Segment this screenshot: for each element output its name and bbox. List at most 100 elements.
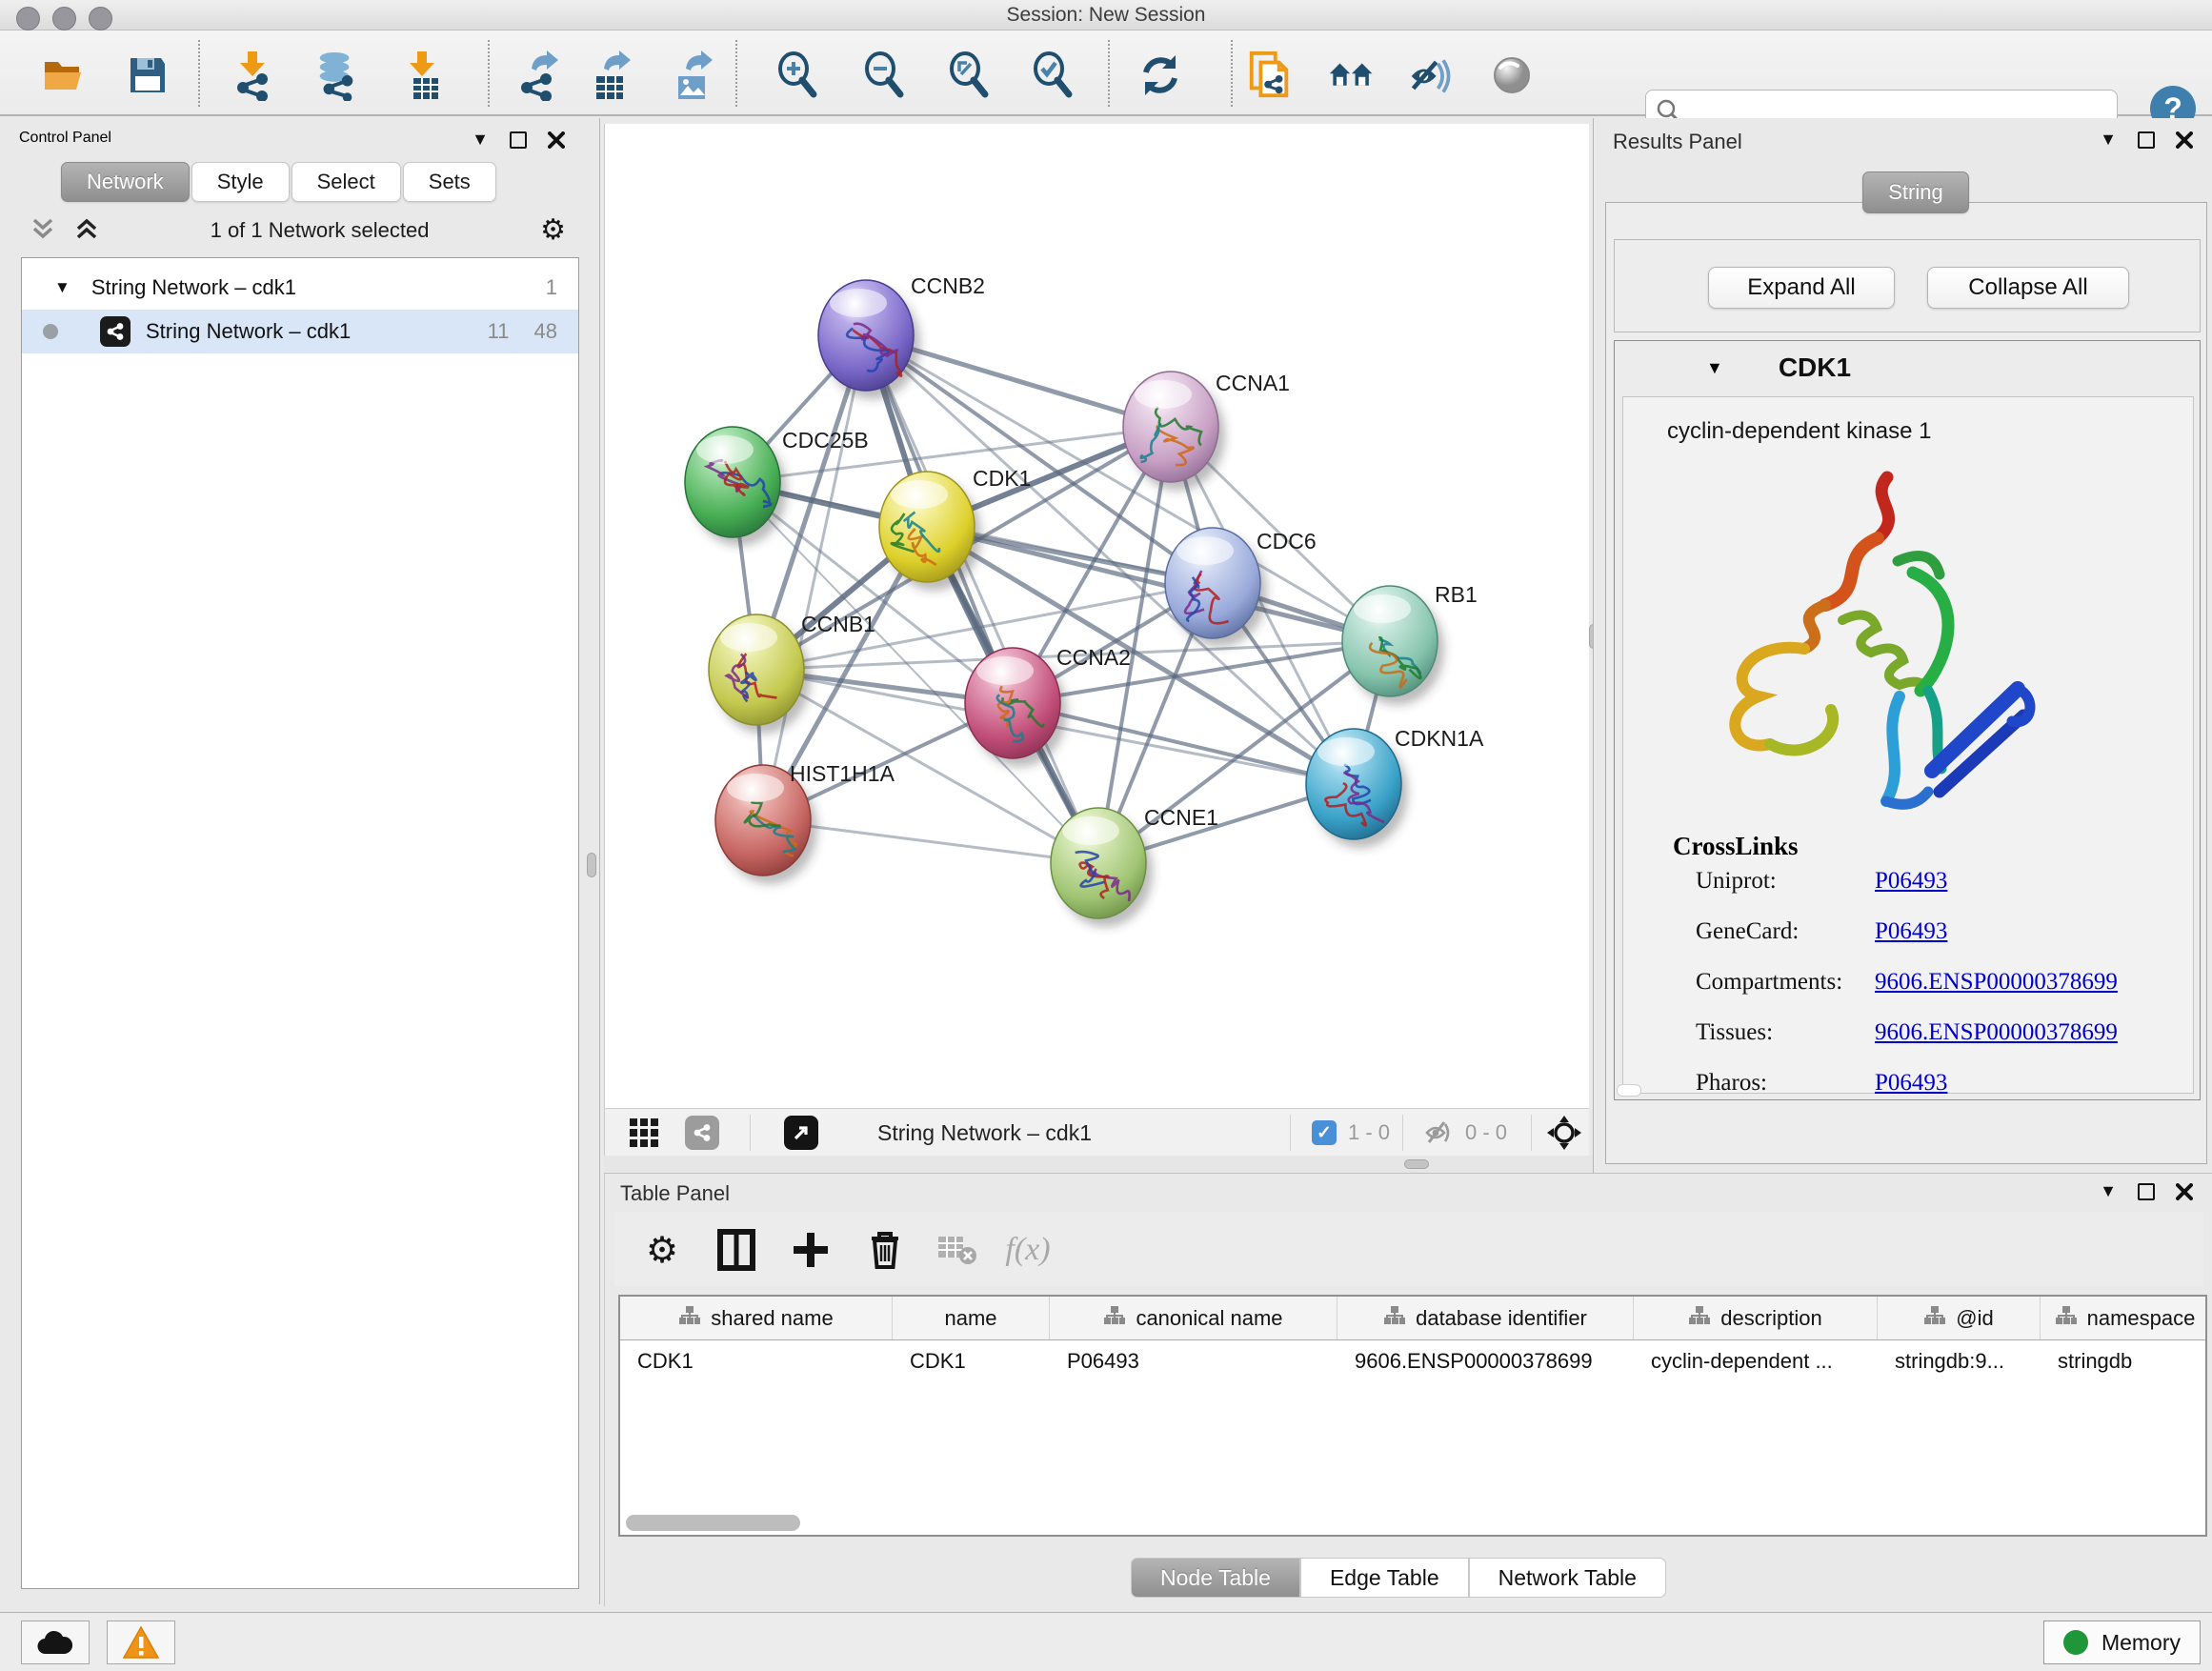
- network-node-CCNE1[interactable]: CCNE1: [1051, 805, 1218, 927]
- toolbar-separator: [198, 40, 200, 107]
- hide-unhide-icon[interactable]: [1408, 51, 1456, 99]
- panel-close-icon[interactable]: [548, 131, 565, 149]
- zoom-in-icon[interactable]: [774, 51, 821, 99]
- node-count: 11: [488, 319, 510, 344]
- network-options-gear-icon[interactable]: ⚙: [540, 216, 566, 245]
- import-network-icon[interactable]: [229, 51, 276, 99]
- panel-menu-icon[interactable]: ▼: [2100, 1181, 2117, 1201]
- function-builder-icon[interactable]: f(x): [1003, 1225, 1053, 1275]
- node-label-CCNA2: CCNA2: [1056, 645, 1131, 670]
- panel-float-icon[interactable]: [2138, 131, 2155, 149]
- left-splitter-grip[interactable]: [587, 853, 596, 877]
- horizontal-splitter-grip[interactable]: [1404, 1159, 1429, 1169]
- show-columns-icon[interactable]: [712, 1225, 761, 1275]
- network-type-icon: [100, 316, 131, 347]
- add-column-icon[interactable]: [786, 1225, 835, 1275]
- network-edge-CCNB2-HIST1H1A[interactable]: [763, 335, 866, 820]
- network-node-CDC6[interactable]: CDC6: [1165, 528, 1317, 647]
- column-header-@id[interactable]: @id: [1878, 1297, 2041, 1339]
- warnings-button[interactable]: [107, 1621, 175, 1664]
- export-table-icon[interactable]: [587, 51, 634, 99]
- network-node-CCNA2[interactable]: CCNA2: [965, 645, 1131, 767]
- panel-float-icon[interactable]: [2138, 1183, 2155, 1200]
- delete-table-icon[interactable]: [933, 1225, 982, 1275]
- collapse-all-networks-icon[interactable]: [30, 216, 55, 246]
- zoom-selected-icon[interactable]: [1029, 51, 1076, 99]
- results-panel-title: Results Panel: [1613, 130, 1742, 154]
- network-node-CCNA1[interactable]: CCNA1: [1123, 371, 1290, 491]
- crosslink-link[interactable]: 9606.ENSP00000378699: [1875, 969, 2118, 1007]
- panel-float-icon[interactable]: [510, 131, 527, 149]
- network-node-CDKN1A[interactable]: CDKN1A: [1306, 726, 1484, 848]
- gene-entry-header[interactable]: ▼ CDK1: [1615, 341, 2200, 394]
- network-node-HIST1H1A[interactable]: HIST1H1A: [715, 761, 895, 884]
- tab-node-table[interactable]: Node Table: [1131, 1558, 1300, 1598]
- network-node-CDK1[interactable]: CDK1: [879, 466, 1031, 591]
- gene-result-entry: ▼ CDK1 cyclin-dependent kinase 1: [1614, 340, 2201, 1100]
- crosslink-link[interactable]: P06493: [1875, 918, 1947, 956]
- table-options-gear-icon[interactable]: ⚙: [637, 1225, 687, 1275]
- gene-description: cyclin-dependent kinase 1: [1667, 418, 1932, 445]
- network-canvas[interactable]: CCNB2CCNA1CDC25BCDK1CDC6RB1CCNB1CCNA2CDK…: [604, 124, 1589, 1108]
- open-folder-icon[interactable]: [40, 51, 88, 99]
- zoom-out-icon[interactable]: [860, 51, 908, 99]
- refresh-icon[interactable]: [1136, 51, 1184, 99]
- expand-all-button[interactable]: Expand All: [1708, 267, 1895, 309]
- network-edge-CCNB2-CCNE1[interactable]: [866, 335, 1098, 863]
- results-scrollbar-thumb[interactable]: [1617, 1084, 1641, 1097]
- network-node-CCNB1[interactable]: CCNB1: [709, 612, 875, 734]
- hidden-eye-icon[interactable]: [1424, 1116, 1457, 1150]
- tab-sets[interactable]: Sets: [403, 162, 496, 202]
- table-hscrollbar-thumb[interactable]: [626, 1515, 800, 1531]
- import-table-icon[interactable]: [398, 51, 446, 99]
- tab-string-results[interactable]: String: [1862, 171, 1969, 213]
- export-image-icon[interactable]: [669, 51, 716, 99]
- collection-count: 1: [546, 275, 557, 300]
- node-label-CDK1: CDK1: [973, 466, 1031, 491]
- column-header-description[interactable]: description: [1634, 1297, 1878, 1339]
- collapse-all-button[interactable]: Collapse All: [1927, 267, 2129, 309]
- tab-network[interactable]: Network: [61, 162, 190, 202]
- entry-expander-icon[interactable]: ▼: [1706, 358, 1723, 378]
- panel-close-icon[interactable]: [2176, 131, 2193, 149]
- birds-eye-navigator-icon[interactable]: [1546, 1116, 1582, 1150]
- zoom-fit-icon[interactable]: [945, 51, 993, 99]
- show-grid-icon[interactable]: [628, 1116, 660, 1150]
- show-eye-icon[interactable]: [1488, 51, 1536, 99]
- column-header-canonical-name[interactable]: canonical name: [1050, 1297, 1337, 1339]
- expand-all-networks-icon[interactable]: [74, 216, 99, 246]
- crosslink-link[interactable]: P06493: [1875, 868, 1947, 906]
- save-icon[interactable]: [124, 51, 171, 99]
- column-header-database-identifier[interactable]: database identifier: [1337, 1297, 1634, 1339]
- network-collection-row[interactable]: ▼ String Network – cdk1 1: [22, 266, 578, 310]
- network-node-CCNB2[interactable]: CCNB2: [818, 273, 985, 399]
- column-header-namespace[interactable]: namespace: [2041, 1297, 2207, 1339]
- home-views-icon[interactable]: [1328, 51, 1376, 99]
- network-view-toolbar: String Network – cdk1 ✓ 1 - 0 0 - 0: [604, 1108, 1589, 1156]
- tab-style[interactable]: Style: [191, 162, 290, 202]
- export-network-icon[interactable]: [514, 51, 562, 99]
- column-header-shared-name[interactable]: shared name: [620, 1297, 893, 1339]
- tree-expander-icon[interactable]: ▼: [54, 278, 70, 297]
- crosslink-link[interactable]: 9606.ENSP00000378699: [1875, 1019, 2118, 1057]
- crosslink-link[interactable]: P06493: [1875, 1070, 1947, 1108]
- table-row[interactable]: CDK1CDK1P064939606.ENSP00000378699cyclin…: [620, 1340, 2205, 1382]
- import-database-icon[interactable]: [312, 51, 360, 99]
- network-node-RB1[interactable]: RB1: [1342, 582, 1478, 705]
- tab-edge-table[interactable]: Edge Table: [1300, 1558, 1469, 1598]
- network-row[interactable]: String Network – cdk1 11 48: [22, 310, 578, 353]
- detach-view-icon[interactable]: [784, 1116, 818, 1150]
- delete-column-icon[interactable]: [860, 1225, 910, 1275]
- selected-checkbox[interactable]: ✓: [1312, 1116, 1337, 1150]
- column-header-name[interactable]: name: [893, 1297, 1050, 1339]
- tab-select[interactable]: Select: [292, 162, 401, 202]
- tab-network-table[interactable]: Network Table: [1469, 1558, 1666, 1598]
- network-view-type-icon[interactable]: [685, 1116, 719, 1150]
- memory-button[interactable]: Memory: [2043, 1621, 2201, 1664]
- panel-close-icon[interactable]: [2176, 1183, 2193, 1200]
- cloud-status-button[interactable]: [21, 1621, 90, 1664]
- gene-symbol: CDK1: [1779, 352, 1851, 383]
- panel-menu-icon[interactable]: ▼: [2100, 130, 2117, 150]
- panel-menu-icon[interactable]: ▼: [472, 130, 489, 150]
- copy-style-icon[interactable]: [1246, 51, 1294, 99]
